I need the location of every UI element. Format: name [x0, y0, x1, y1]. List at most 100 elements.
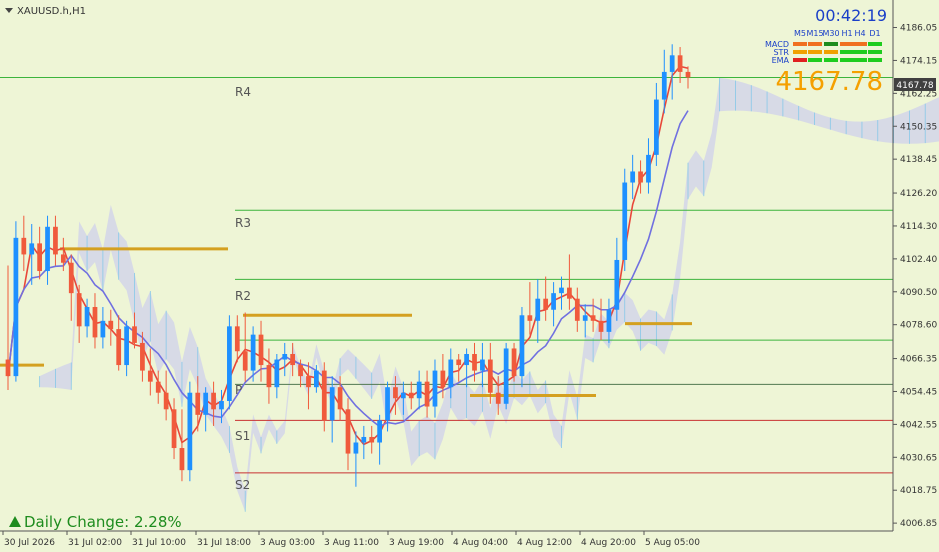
candle-body	[606, 309, 612, 332]
candle-body	[646, 154, 651, 183]
candle-body	[155, 381, 161, 393]
candle-body	[448, 359, 454, 388]
candle-body	[551, 293, 556, 310]
candle-body	[400, 392, 406, 399]
candle-body	[5, 359, 11, 377]
candle-body	[661, 71, 667, 100]
signal-cell	[868, 42, 882, 46]
candle-body	[590, 315, 596, 321]
pivot-label-r3: R3	[235, 216, 251, 230]
y-tick-label: 4126.20	[900, 189, 937, 199]
candle-body	[369, 436, 375, 443]
candle-body	[614, 259, 620, 310]
symbol-label: XAUUSD.h,H1	[17, 6, 86, 17]
candle-body	[456, 359, 462, 366]
candle-body	[140, 342, 145, 371]
candle-body	[92, 306, 98, 338]
candle-body	[361, 436, 367, 443]
candle-body	[68, 262, 74, 294]
candle-body	[13, 237, 19, 377]
y-tick-label: 4174.15	[900, 56, 937, 66]
candle-body	[45, 226, 50, 272]
candle-body	[527, 315, 533, 321]
candle-body	[598, 320, 604, 332]
candle-body	[100, 320, 106, 338]
candle-body	[321, 370, 327, 421]
candle-body	[298, 365, 303, 377]
candle-body	[480, 359, 485, 371]
signal-cell	[868, 58, 882, 62]
bar-timer: 00:42:19	[815, 6, 887, 25]
pivot-label-s1: S1	[235, 429, 250, 443]
candle-body	[124, 326, 129, 366]
candle-body	[250, 334, 256, 371]
signal-cell	[840, 58, 854, 62]
candle-body	[574, 298, 580, 321]
x-tick-label: 4 Aug 12:00	[517, 538, 572, 548]
signal-cell	[793, 42, 807, 46]
y-tick-label: 4066.35	[900, 355, 937, 365]
timeframe-label: M5	[794, 29, 806, 38]
candle-body	[132, 326, 137, 343]
candle-body	[211, 392, 216, 410]
candle-body	[559, 287, 564, 294]
candle-body	[234, 326, 240, 352]
candle-body	[274, 359, 280, 388]
timeframe-label: H1	[841, 29, 852, 38]
timeframe-label: H4	[854, 29, 865, 38]
candle-body	[377, 420, 382, 443]
candle-body	[21, 237, 27, 255]
candle-body	[282, 354, 288, 360]
price-chart[interactable]: 4186.054174.154162.254150.354138.454126.…	[0, 0, 939, 552]
signal-cell	[808, 50, 822, 54]
pivot-label-r2: R2	[235, 289, 251, 303]
y-tick-label: 4114.30	[900, 222, 937, 232]
signal-cell	[853, 42, 867, 46]
signal-cell	[824, 58, 838, 62]
y-tick-label: 4138.45	[900, 155, 937, 165]
signal-cell	[840, 50, 854, 54]
y-tick-label: 4090.50	[900, 288, 937, 298]
candle-body	[622, 182, 628, 260]
signal-cell	[808, 42, 822, 46]
pivot-label-s2: S2	[235, 478, 250, 492]
y-tick-label: 4150.35	[900, 122, 937, 132]
candle-body	[440, 370, 446, 388]
candle-body	[677, 55, 683, 72]
x-tick-label: 3 Aug 19:00	[389, 538, 444, 548]
candle-body	[685, 71, 691, 78]
candle-body	[669, 55, 675, 72]
candle-body	[416, 381, 422, 399]
x-tick-label: 30 Jul 2026	[4, 538, 55, 548]
y-tick-label: 4054.45	[900, 387, 937, 397]
candle-body	[487, 359, 493, 393]
candle-body	[179, 448, 185, 471]
candle-body	[582, 315, 588, 321]
candle-body	[345, 409, 351, 454]
price-tag-label: 4167.78	[896, 81, 933, 91]
candle-body	[60, 254, 66, 263]
candle-body	[37, 243, 42, 272]
y-tick-label: 4018.75	[900, 486, 937, 496]
candle-body	[266, 365, 272, 388]
timeframe-label: M15	[806, 29, 823, 38]
timeframe-label: M30	[822, 29, 839, 38]
candle-body	[630, 171, 636, 183]
candle-body	[543, 298, 549, 310]
signal-cell	[853, 50, 867, 54]
pivot-label-r4: R4	[235, 85, 251, 99]
current-price-display: 4167.78	[775, 67, 883, 97]
y-tick-label: 4186.05	[900, 24, 937, 34]
y-tick-label: 4042.55	[900, 420, 937, 430]
candle-body	[329, 387, 335, 421]
candle-body	[408, 392, 414, 399]
signal-cell	[793, 58, 807, 62]
timeframe-label: D1	[869, 29, 880, 38]
x-tick-label: 3 Aug 11:00	[324, 538, 379, 548]
candle-body	[314, 370, 319, 388]
x-tick-label: 4 Aug 04:00	[453, 538, 508, 548]
x-tick-label: 31 Jul 02:00	[68, 538, 122, 548]
daily-change: Daily Change: 2.28%	[24, 513, 182, 531]
candle-body	[503, 348, 509, 404]
candle-body	[84, 306, 90, 327]
